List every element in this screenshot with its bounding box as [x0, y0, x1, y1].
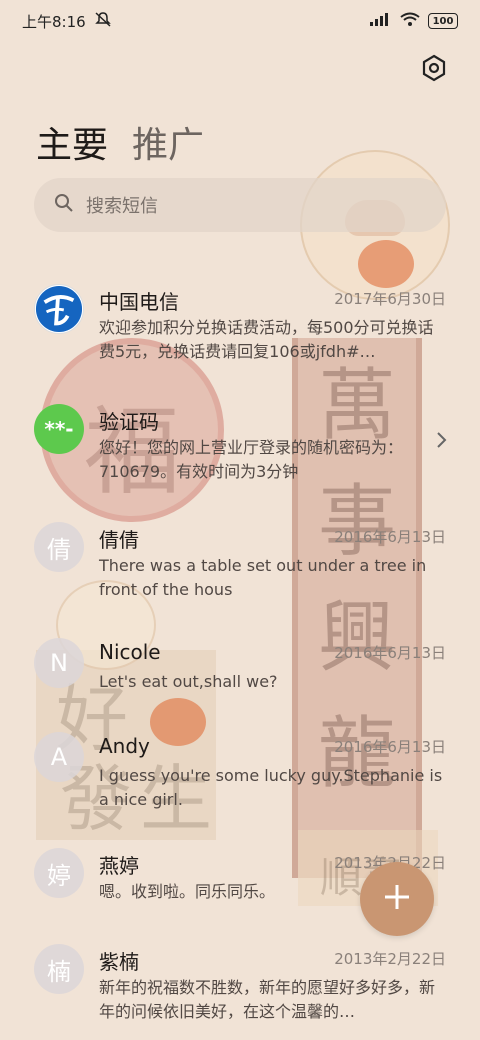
- conversation-preview: 新年的祝福数不胜数，新年的愿望好多好多，新年的问候依旧美好，在这个温馨的…: [99, 978, 436, 1021]
- contact-avatar: A: [34, 732, 84, 782]
- conversation-name: 中国电信: [99, 290, 179, 314]
- settings-button[interactable]: [418, 54, 450, 86]
- persimmon-illustration: [358, 240, 414, 288]
- gear-icon: [420, 54, 448, 86]
- conversation-preview: There was a table set out under a tree i…: [99, 556, 427, 599]
- conversation-name: Nicole: [99, 640, 161, 664]
- verification-code-avatar: **-: [34, 404, 84, 454]
- conversation-name: 倩倩: [99, 528, 139, 552]
- status-time: 上午8:16: [22, 12, 86, 31]
- signal-icon: [370, 12, 392, 30]
- mute-icon: [94, 11, 112, 31]
- contact-avatar: 倩: [34, 522, 84, 572]
- conversation-item[interactable]: 倩 倩倩 2016年6月13日 There was a table set ou…: [0, 522, 480, 618]
- contact-avatar: N: [34, 638, 84, 688]
- new-message-button[interactable]: [360, 862, 434, 936]
- conversation-name: 验证码: [99, 410, 159, 434]
- conversation-preview: Let's eat out,shall we?: [99, 672, 278, 691]
- tab-primary[interactable]: 主要: [36, 116, 108, 168]
- category-tabs: 主要 推广: [36, 116, 204, 168]
- search-input[interactable]: 搜索短信: [34, 178, 446, 232]
- conversation-date: 2016年6月13日: [334, 738, 446, 756]
- conversation-preview: I guess you're some lucky guy.Stephanie …: [99, 766, 443, 809]
- conversation-date: 2016年6月13日: [334, 644, 446, 662]
- search-placeholder: 搜索短信: [86, 196, 158, 217]
- contact-avatar: 楠: [34, 944, 84, 994]
- conversation-date: 2016年6月13日: [334, 528, 446, 546]
- conversation-item[interactable]: 中国电信 2017年6月30日 欢迎参加积分兑换话费活动，每500分可兑换话费5…: [0, 284, 480, 380]
- plus-icon: [382, 882, 412, 916]
- conversation-name: 燕婷: [99, 854, 139, 878]
- conversation-date: 2013年2月22日: [334, 950, 446, 968]
- conversation-date: 2017年6月30日: [334, 290, 446, 308]
- conversation-item[interactable]: N Nicole 2016年6月13日 Let's eat out,shall …: [0, 638, 480, 708]
- conversation-item[interactable]: **- 验证码 您好！您的网上营业厅登录的随机密码为：710679。有效时间为3…: [0, 404, 480, 500]
- conversation-item[interactable]: A Andy 2016年6月13日 I guess you're some lu…: [0, 732, 480, 828]
- conversation-name: Andy: [99, 734, 150, 758]
- conversation-preview: 您好！您的网上营业厅登录的随机密码为：710679。有效时间为3分钟: [99, 438, 404, 481]
- conversation-item[interactable]: 楠 紫楠 2013年2月22日 新年的祝福数不胜数，新年的愿望好多好多，新年的问…: [0, 944, 480, 1040]
- tab-promotions[interactable]: 推广: [132, 116, 204, 168]
- chevron-right-icon[interactable]: [436, 430, 448, 455]
- wifi-icon: [400, 12, 420, 30]
- china-telecom-logo-icon: [34, 284, 84, 334]
- status-bar: 上午8:16 100: [0, 0, 480, 42]
- battery-icon: 100: [428, 13, 458, 29]
- search-icon: [54, 193, 74, 217]
- conversation-preview: 欢迎参加积分兑换话费活动，每500分可兑换话费5元，兑换话费请回复106或jfd…: [99, 318, 434, 361]
- conversation-name: 紫楠: [99, 950, 139, 974]
- contact-avatar: 婷: [34, 848, 84, 898]
